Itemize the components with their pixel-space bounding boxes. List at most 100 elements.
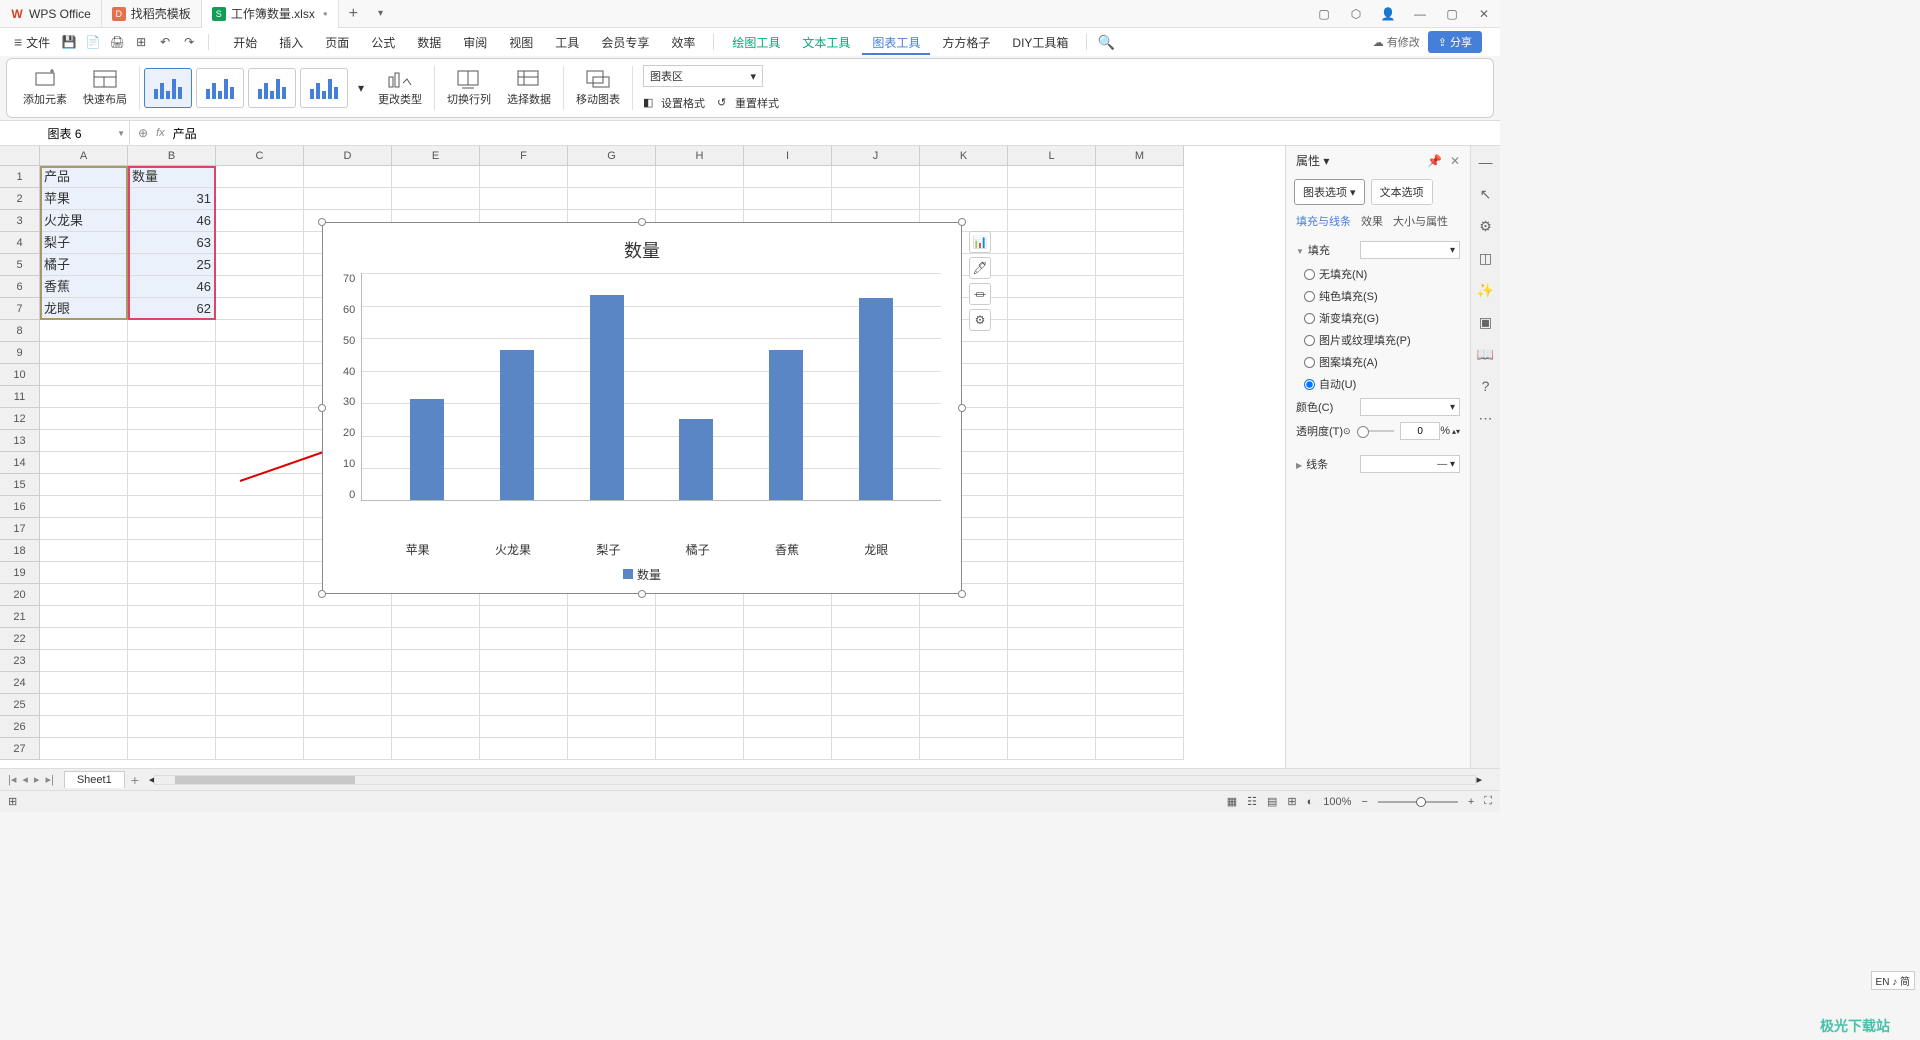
fullscreen-icon[interactable]: ⛶	[1484, 795, 1492, 808]
cell[interactable]: 数量	[128, 166, 216, 188]
cell[interactable]	[216, 320, 304, 342]
cell[interactable]	[568, 694, 656, 716]
nav-next-icon[interactable]: ▸	[34, 773, 40, 786]
col-head[interactable]: G	[568, 146, 656, 166]
resize-handle[interactable]	[958, 590, 966, 598]
cell[interactable]	[1008, 628, 1096, 650]
tab-insert[interactable]: 插入	[269, 30, 313, 55]
tab-fangfang[interactable]: 方方格子	[932, 30, 1000, 55]
cell[interactable]	[1096, 364, 1184, 386]
cube-icon[interactable]: ⬡	[1340, 0, 1372, 28]
cell[interactable]	[832, 738, 920, 760]
fill-radio[interactable]: 图片或纹理填充(P)	[1296, 329, 1460, 351]
share-button[interactable]: ⇪ 分享	[1428, 31, 1482, 53]
row-head[interactable]: 9	[0, 342, 40, 364]
cell[interactable]	[1096, 298, 1184, 320]
cell[interactable]	[1008, 540, 1096, 562]
col-head[interactable]: D	[304, 146, 392, 166]
col-head[interactable]: M	[1096, 146, 1184, 166]
cell[interactable]: 火龙果	[40, 210, 128, 232]
cell[interactable]	[216, 364, 304, 386]
cell[interactable]	[216, 606, 304, 628]
nav-prev-icon[interactable]: ◂	[22, 773, 28, 786]
col-head[interactable]: F	[480, 146, 568, 166]
row-head[interactable]: 1	[0, 166, 40, 188]
resize-handle[interactable]	[958, 218, 966, 226]
fill-radio[interactable]: 无填充(N)	[1296, 263, 1460, 285]
cell[interactable]	[1096, 452, 1184, 474]
cell[interactable]	[128, 672, 216, 694]
pp-sub-effect[interactable]: 效果	[1361, 213, 1383, 229]
tab-template[interactable]: D 找稻壳模板	[102, 0, 202, 28]
chart-style-more[interactable]: ▾	[352, 68, 370, 108]
cell[interactable]: 25	[128, 254, 216, 276]
close-panel-icon[interactable]: ✕	[1450, 154, 1460, 168]
cell[interactable]	[920, 694, 1008, 716]
cell[interactable]	[656, 716, 744, 738]
cell[interactable]	[40, 650, 128, 672]
print-preview-icon[interactable]: 📄	[82, 31, 104, 53]
chart-filter-icon[interactable]: ⏛	[969, 283, 991, 305]
cell[interactable]	[128, 540, 216, 562]
add-element-button[interactable]: 添加元素	[15, 69, 75, 107]
name-input[interactable]	[25, 126, 105, 140]
cell[interactable]	[1096, 738, 1184, 760]
cell[interactable]	[480, 738, 568, 760]
cell[interactable]	[568, 672, 656, 694]
cell[interactable]	[1008, 496, 1096, 518]
layers-icon[interactable]: ◫	[1474, 246, 1498, 270]
col-head[interactable]: J	[832, 146, 920, 166]
row-head[interactable]: 15	[0, 474, 40, 496]
cell[interactable]	[1008, 320, 1096, 342]
cell[interactable]	[40, 518, 128, 540]
row-head[interactable]: 24	[0, 672, 40, 694]
cell[interactable]	[1008, 452, 1096, 474]
cell[interactable]	[40, 386, 128, 408]
h-scroll-thumb[interactable]	[175, 776, 355, 784]
tab-member[interactable]: 会员专享	[591, 30, 659, 55]
cell[interactable]	[128, 562, 216, 584]
cell[interactable]	[920, 650, 1008, 672]
cell[interactable]	[480, 716, 568, 738]
row-head[interactable]: 27	[0, 738, 40, 760]
row-head[interactable]: 7	[0, 298, 40, 320]
cell[interactable]	[480, 606, 568, 628]
cell[interactable]	[832, 716, 920, 738]
row-head[interactable]: 18	[0, 540, 40, 562]
cell[interactable]	[480, 694, 568, 716]
cell[interactable]	[744, 606, 832, 628]
cell[interactable]	[1008, 210, 1096, 232]
cell[interactable]	[216, 540, 304, 562]
expand-icon[interactable]: ⊕	[138, 126, 148, 140]
cell[interactable]: 63	[128, 232, 216, 254]
cell[interactable]	[40, 430, 128, 452]
row-head[interactable]: 19	[0, 562, 40, 584]
select-data-button[interactable]: 选择数据	[499, 69, 559, 107]
tab-text-tool[interactable]: 文本工具	[792, 30, 860, 55]
cell[interactable]	[40, 672, 128, 694]
cell[interactable]	[744, 188, 832, 210]
cell[interactable]	[1096, 320, 1184, 342]
col-head[interactable]: B	[128, 146, 216, 166]
cell[interactable]	[304, 738, 392, 760]
cell[interactable]	[656, 606, 744, 628]
cell[interactable]: 46	[128, 276, 216, 298]
cell[interactable]	[40, 716, 128, 738]
row-head[interactable]: 26	[0, 716, 40, 738]
cell[interactable]	[40, 408, 128, 430]
file-menu[interactable]: ≡文件	[8, 34, 56, 51]
help-icon[interactable]: ?	[1474, 374, 1498, 398]
cell[interactable]	[1008, 364, 1096, 386]
col-head[interactable]: C	[216, 146, 304, 166]
cell[interactable]	[128, 320, 216, 342]
cell[interactable]	[1008, 474, 1096, 496]
fill-radio[interactable]: 自动(U)	[1296, 373, 1460, 395]
tab-review[interactable]: 审阅	[453, 30, 497, 55]
resize-handle[interactable]	[638, 590, 646, 598]
cell[interactable]	[392, 650, 480, 672]
zoom-in-icon[interactable]: +	[1468, 796, 1474, 808]
pp-tab-text[interactable]: 文本选项	[1371, 179, 1433, 205]
cell[interactable]	[216, 276, 304, 298]
tab-menu-button[interactable]: ▾	[368, 8, 393, 19]
collapse-icon[interactable]: —	[1474, 150, 1498, 174]
